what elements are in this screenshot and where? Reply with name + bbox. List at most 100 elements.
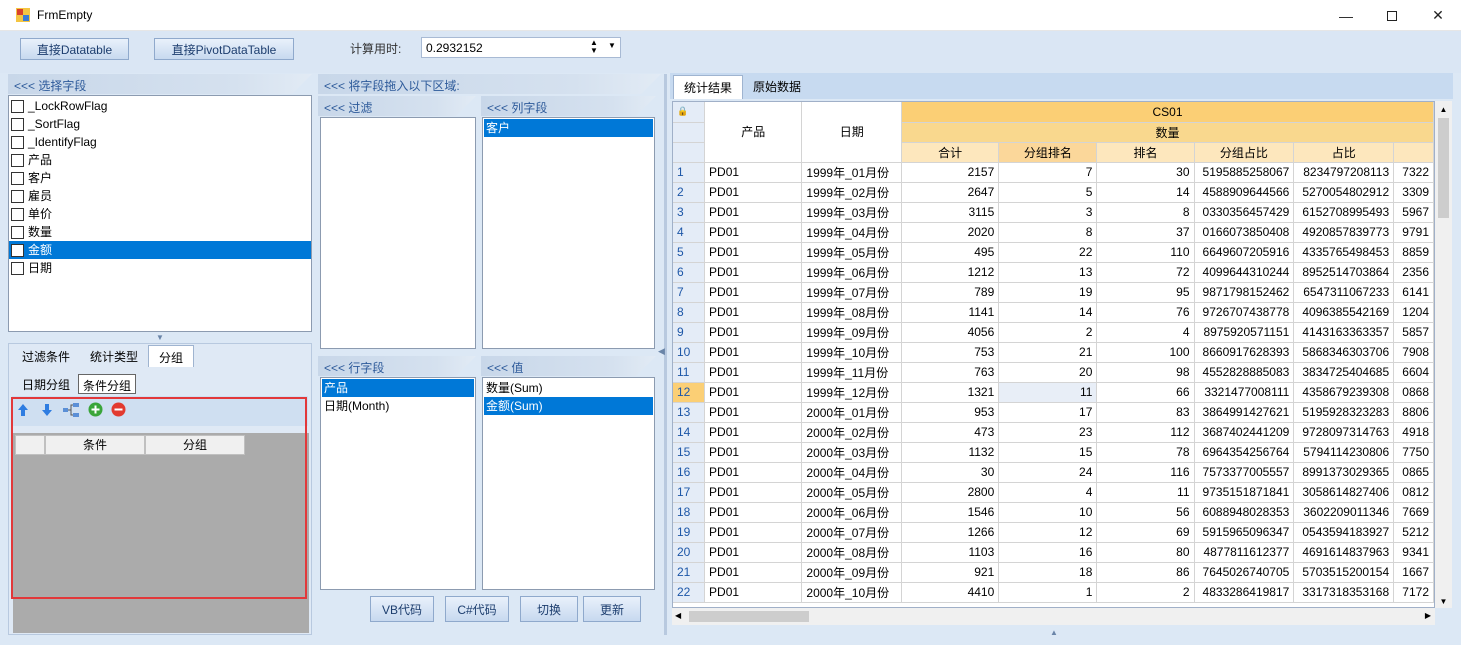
table-cell[interactable]: 110 bbox=[1096, 242, 1195, 263]
horizontal-scrollbar[interactable]: ◀ ▶ bbox=[672, 608, 1435, 625]
table-row[interactable]: 12 PD01 1999年_12月份 1321 11 66 3321477008111 435… bbox=[673, 382, 1434, 403]
table-row[interactable]: 15 PD01 2000年_03月份 1132 15 78 6964354256764 579… bbox=[673, 442, 1434, 463]
table-cell[interactable]: 6141 bbox=[1393, 282, 1434, 303]
table-cell[interactable]: 30 bbox=[901, 462, 1000, 483]
direct-pivot-button[interactable]: 直接PivotDataTable bbox=[154, 38, 294, 60]
table-row[interactable]: 3 PD01 1999年_03月份 3115 3 8 0330356457429 615270… bbox=[673, 202, 1434, 223]
tab-date-group[interactable]: 日期分组 bbox=[14, 374, 78, 394]
table-cell[interactable]: 4143163363357 bbox=[1293, 322, 1395, 343]
table-cell[interactable]: 56 bbox=[1096, 502, 1195, 523]
table-cell[interactable]: 8991373029365 bbox=[1293, 462, 1395, 483]
table-cell[interactable]: 76 bbox=[1096, 302, 1195, 323]
table-cell[interactable]: PD01 bbox=[704, 482, 803, 503]
row-area[interactable]: 产品 日期(Month) bbox=[320, 377, 476, 590]
column-header[interactable] bbox=[1393, 142, 1434, 163]
table-cell[interactable]: 14 bbox=[998, 302, 1098, 323]
table-cell[interactable]: 1212 bbox=[901, 262, 1000, 283]
table-cell[interactable]: 2000年_02月份 bbox=[801, 422, 903, 443]
table-cell[interactable]: 9871798152462 bbox=[1194, 282, 1295, 303]
table-cell[interactable]: PD01 bbox=[704, 362, 803, 383]
table-cell[interactable]: 2000年_07月份 bbox=[801, 522, 903, 543]
checkbox[interactable] bbox=[11, 99, 24, 113]
table-cell[interactable]: 4096385542169 bbox=[1293, 302, 1395, 323]
table-cell[interactable]: PD01 bbox=[704, 222, 803, 243]
checkbox[interactable] bbox=[11, 153, 24, 167]
table-cell[interactable]: 30 bbox=[1096, 162, 1195, 183]
table-cell[interactable]: PD01 bbox=[704, 302, 803, 323]
table-row[interactable]: 11 PD01 1999年_11月份 763 20 98 4552828885083 3834… bbox=[673, 362, 1434, 383]
field-item[interactable]: 客户 bbox=[9, 169, 311, 187]
table-cell[interactable]: 100 bbox=[1096, 342, 1195, 363]
field-list[interactable]: _LockRowFlag _SortFlag _IdentifyFlag 产品 客户 雇员… bbox=[8, 95, 312, 332]
filter-area[interactable] bbox=[320, 117, 476, 349]
table-cell[interactable]: 2000年_04月份 bbox=[801, 462, 903, 483]
field-item[interactable]: 金额 bbox=[9, 241, 311, 259]
table-cell[interactable]: 953 bbox=[901, 402, 1000, 423]
tab-condition-group[interactable]: 条件分组 bbox=[78, 374, 137, 394]
table-cell[interactable]: 4833286419817 bbox=[1194, 582, 1295, 603]
table-cell[interactable]: 15 bbox=[998, 442, 1098, 463]
table-cell[interactable]: 2 bbox=[998, 322, 1098, 343]
table-cell[interactable]: 2 bbox=[1096, 582, 1195, 603]
table-cell[interactable]: 6604 bbox=[1393, 362, 1434, 383]
table-cell[interactable]: 8952514703864 bbox=[1293, 262, 1395, 283]
table-cell[interactable]: 16 bbox=[998, 542, 1098, 563]
table-cell[interactable]: 495 bbox=[901, 242, 1000, 263]
table-cell[interactable]: 4 bbox=[1096, 322, 1195, 343]
table-cell[interactable]: 2000年_03月份 bbox=[801, 442, 903, 463]
table-cell[interactable]: 2800 bbox=[901, 482, 1000, 503]
table-row[interactable]: 1 PD01 1999年_01月份 2157 7 30 5195885258067 82347… bbox=[673, 162, 1434, 183]
table-cell[interactable]: 22 bbox=[998, 242, 1098, 263]
table-cell[interactable]: 18 bbox=[998, 562, 1098, 583]
table-cell[interactable]: 1999年_06月份 bbox=[801, 262, 903, 283]
table-cell[interactable]: 5212 bbox=[1393, 522, 1434, 543]
table-cell[interactable]: 7172 bbox=[1393, 582, 1434, 603]
table-cell[interactable]: 2647 bbox=[901, 182, 1000, 203]
checkbox[interactable] bbox=[11, 117, 24, 131]
table-cell[interactable]: 3058614827406 bbox=[1293, 482, 1395, 503]
table-cell[interactable]: 7573377005557 bbox=[1194, 462, 1295, 483]
table-row[interactable]: 14 PD01 2000年_02月份 473 23 112 3687402441209 972… bbox=[673, 422, 1434, 443]
table-cell[interactable]: 9791 bbox=[1393, 222, 1434, 243]
table-cell[interactable]: 6088948028353 bbox=[1194, 502, 1295, 523]
table-cell[interactable]: PD01 bbox=[704, 442, 803, 463]
row-item[interactable]: 日期(Month) bbox=[322, 397, 474, 415]
field-item[interactable]: 单价 bbox=[9, 205, 311, 223]
table-cell[interactable]: 112 bbox=[1096, 422, 1195, 443]
table-cell[interactable]: 1999年_09月份 bbox=[801, 322, 903, 343]
table-cell[interactable]: 14 bbox=[1096, 182, 1195, 203]
table-cell[interactable]: 2000年_01月份 bbox=[801, 402, 903, 423]
table-cell[interactable]: 10 bbox=[998, 502, 1098, 523]
table-cell[interactable]: 1999年_04月份 bbox=[801, 222, 903, 243]
table-row[interactable]: 21 PD01 2000年_09月份 921 18 86 7645026740705 5703… bbox=[673, 562, 1434, 583]
table-cell[interactable]: 37 bbox=[1096, 222, 1195, 243]
table-cell[interactable]: 1999年_08月份 bbox=[801, 302, 903, 323]
table-cell[interactable]: 3321477008111 bbox=[1194, 382, 1295, 403]
column-header[interactable]: 排名 bbox=[1096, 142, 1195, 163]
table-cell[interactable]: 3309 bbox=[1393, 182, 1434, 203]
table-cell[interactable]: 72 bbox=[1096, 262, 1195, 283]
field-item[interactable]: _IdentifyFlag bbox=[9, 133, 311, 151]
table-cell[interactable]: 95 bbox=[1096, 282, 1195, 303]
collapse-arrow-icon[interactable]: ▼ bbox=[150, 333, 170, 342]
table-cell[interactable]: 1132 bbox=[901, 442, 1000, 463]
table-cell[interactable]: 4099644310244 bbox=[1194, 262, 1295, 283]
table-cell[interactable]: 4918 bbox=[1393, 422, 1434, 443]
tab-stat-type[interactable]: 统计类型 bbox=[80, 345, 148, 367]
table-cell[interactable]: 789 bbox=[901, 282, 1000, 303]
table-cell[interactable]: 83 bbox=[1096, 402, 1195, 423]
table-cell[interactable]: 9341 bbox=[1393, 542, 1434, 563]
column-header[interactable]: 占比 bbox=[1293, 142, 1395, 163]
table-row[interactable]: 10 PD01 1999年_10月份 753 21 100 8660917628393 586… bbox=[673, 342, 1434, 363]
tab-stat-result[interactable]: 统计结果 bbox=[673, 75, 744, 99]
value-item[interactable]: 数量(Sum) bbox=[484, 379, 653, 397]
value-area[interactable]: 数量(Sum) 金额(Sum) bbox=[482, 377, 655, 590]
value-item[interactable]: 金额(Sum) bbox=[484, 397, 653, 415]
table-cell[interactable]: 0543594183927 bbox=[1293, 522, 1395, 543]
field-item[interactable]: 雇员 bbox=[9, 187, 311, 205]
table-cell[interactable]: PD01 bbox=[704, 402, 803, 423]
table-cell[interactable]: 4588909644566 bbox=[1194, 182, 1295, 203]
table-cell[interactable]: 5270054802912 bbox=[1293, 182, 1395, 203]
collapse-bottom-icon[interactable]: ▲ bbox=[1050, 628, 1058, 637]
table-cell[interactable]: PD01 bbox=[704, 202, 803, 223]
